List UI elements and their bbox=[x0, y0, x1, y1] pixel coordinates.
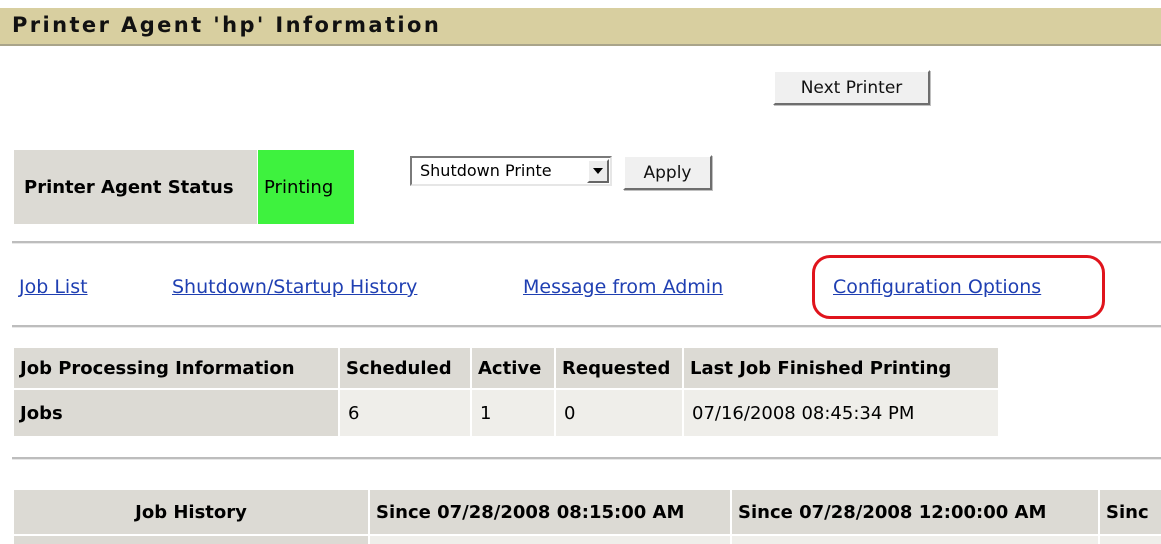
table-cell: 0 bbox=[556, 390, 682, 436]
divider bbox=[12, 241, 1161, 244]
table-header: Job Processing Information bbox=[14, 348, 338, 388]
table-cell: 07/16/2008 08:45:34 PM bbox=[684, 390, 998, 436]
printer-agent-status-value: Printing bbox=[258, 150, 354, 224]
table-cell bbox=[1100, 536, 1161, 544]
table-header: Active bbox=[472, 348, 554, 388]
printer-agent-status-label: Printer Agent Status bbox=[14, 150, 257, 224]
table-header: Since 07/28/2008 12:00:00 AM bbox=[732, 490, 1098, 534]
table-header: Since 07/28/2008 08:15:00 AM bbox=[370, 490, 730, 534]
table-cell: 6 bbox=[340, 390, 470, 436]
table-cell bbox=[370, 536, 730, 544]
divider bbox=[12, 457, 1161, 460]
next-printer-button[interactable]: Next Printer bbox=[773, 70, 930, 105]
nav-link-message-from-admin[interactable]: Message from Admin bbox=[523, 276, 723, 298]
printer-action-select[interactable]: Shutdown Printe bbox=[410, 156, 612, 186]
table-cell: 1 bbox=[472, 390, 554, 436]
table-header: Job History bbox=[14, 490, 368, 534]
configuration-options-highlight-circle bbox=[812, 255, 1105, 319]
page-title-bar: Printer Agent 'hp' Information bbox=[0, 8, 1161, 46]
table-cell bbox=[732, 536, 1098, 544]
table-header: Sinc bbox=[1100, 490, 1161, 534]
printer-action-selected-value: Shutdown Printe bbox=[420, 161, 552, 180]
page-title: Printer Agent 'hp' Information bbox=[12, 13, 442, 37]
divider bbox=[12, 325, 1161, 328]
table-header: Requested bbox=[556, 348, 682, 388]
table-header: Last Job Finished Printing bbox=[684, 348, 998, 388]
chevron-down-icon[interactable] bbox=[587, 159, 609, 183]
nav-link-job-list[interactable]: Job List bbox=[19, 276, 88, 298]
table-header: Scheduled bbox=[340, 348, 470, 388]
nav-link-shutdown-startup-history[interactable]: Shutdown/Startup History bbox=[172, 276, 417, 298]
apply-button[interactable]: Apply bbox=[623, 155, 712, 190]
table-row-label: Jobs bbox=[14, 390, 338, 436]
table-row-label bbox=[14, 536, 368, 544]
